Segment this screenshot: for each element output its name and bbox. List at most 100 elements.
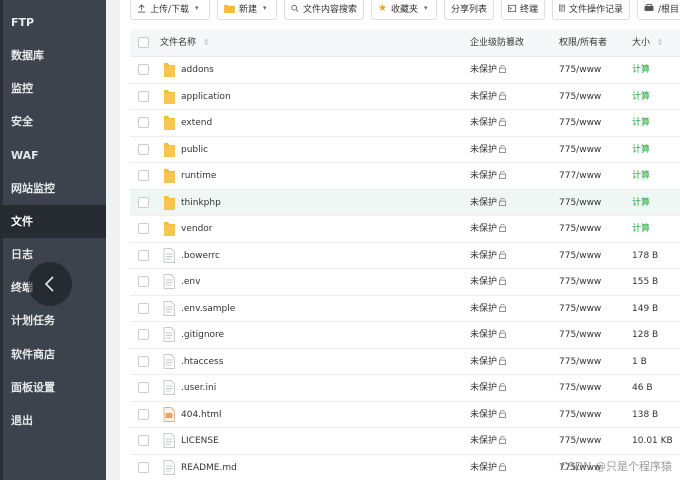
row-checkbox[interactable] [138,117,149,128]
row-checkbox[interactable] [138,64,149,75]
path-root-button[interactable]: /根目 [637,0,680,20]
sidebar-collapse-button[interactable] [28,262,72,306]
sidebar-item-cron[interactable]: 计划任务 [0,304,106,337]
permission-owner[interactable]: 775/www [559,428,601,454]
permission-owner[interactable]: 775/www [559,296,601,322]
row-checkbox[interactable] [138,276,149,287]
calculate-size-link[interactable]: 计算 [632,84,650,110]
file-name[interactable]: .gitignore [181,322,224,348]
new-button[interactable]: 新建 ▾ [217,0,277,20]
file-name[interactable]: thinkphp [181,190,221,216]
permission-owner[interactable]: 775/www [559,110,601,136]
sidebar-item-ftp[interactable]: FTP [0,6,106,39]
sidebar-item-files[interactable]: 文件 [0,205,106,238]
row-checkbox[interactable] [138,461,149,473]
row-checkbox[interactable] [138,249,149,261]
file-name[interactable]: LICENSE [181,428,219,454]
permission-owner[interactable]: 775/www [559,137,601,163]
file-name[interactable]: 404.html [181,402,222,428]
calculate-size-link[interactable]: 计算 [632,163,650,189]
permission-owner[interactable]: 775/www [559,84,601,110]
file-name[interactable]: vendor [181,216,213,242]
protect-status[interactable]: 未保护 [470,428,507,455]
sidebar-item-panel-settings[interactable]: 面板设置 [0,371,106,404]
protect-status[interactable]: 未保护 [470,296,507,323]
permission-owner[interactable]: 775/www [559,322,601,348]
sidebar-item-security[interactable]: 安全 [0,105,106,138]
table-row[interactable]: .bowerrc 未保护 775/www 178 B [130,243,680,270]
file-name[interactable]: extend [181,110,212,136]
calculate-size-link[interactable]: 计算 [632,137,650,163]
permission-owner[interactable]: 775/www [559,349,601,375]
protect-status[interactable]: 未保护 [470,349,507,376]
header-size[interactable]: 大小 ⇕ [632,29,664,57]
calculate-size-link[interactable]: 计算 [632,216,650,242]
protect-status[interactable]: 未保护 [470,110,507,137]
permission-owner[interactable]: 775/www [559,269,601,295]
row-checkbox[interactable] [138,90,149,102]
file-name[interactable]: public [181,137,208,163]
table-row[interactable]: .user.ini 未保护 775/www 46 B [130,375,680,402]
row-checkbox[interactable] [138,355,149,367]
protect-status[interactable]: 未保护 [470,84,507,111]
terminal-button[interactable]: 终端 [501,0,545,20]
protect-status[interactable]: 未保护 [470,455,507,480]
table-row[interactable]: extend 未保护 775/www 计算 [130,110,680,137]
protect-status[interactable]: 未保护 [470,190,507,217]
table-row[interactable]: addons 未保护 775/www 计算 [130,57,680,84]
protect-status[interactable]: 未保护 [470,269,507,296]
table-row[interactable]: thinkphp 未保护 775/www 计算 [130,189,680,217]
file-name[interactable]: .env [181,269,200,295]
permission-owner[interactable]: 775/www [559,402,601,428]
sidebar-item-app-store[interactable]: 软件商店 [0,338,106,371]
table-row[interactable]: .env 未保护 775/www 155 B [130,269,680,296]
protect-status[interactable]: 未保护 [470,163,507,190]
row-checkbox[interactable] [138,329,149,340]
search-content-button[interactable]: 文件内容搜索 [284,0,364,20]
table-row[interactable]: runtime 未保护 777/www 计算 [130,163,680,190]
row-checkbox[interactable] [138,196,149,208]
row-checkbox[interactable] [138,435,149,446]
protect-status[interactable]: 未保护 [470,57,507,84]
protect-status[interactable]: 未保护 [470,243,507,270]
sidebar-item-logout[interactable]: 退出 [0,404,106,437]
table-row[interactable]: .env.sample 未保护 775/www 149 B [130,296,680,323]
share-list-button[interactable]: 分享列表 [444,0,494,20]
file-name[interactable]: runtime [181,163,216,189]
table-row[interactable]: vendor 未保护 775/www 计算 [130,216,680,243]
table-row[interactable]: application 未保护 775/www 计算 [130,84,680,111]
row-checkbox[interactable] [138,382,149,393]
protect-status[interactable]: 未保护 [470,216,507,243]
row-checkbox[interactable] [138,223,149,234]
protect-status[interactable]: 未保护 [470,375,507,402]
select-all-checkbox[interactable] [138,37,149,48]
permission-owner[interactable]: 775/www [559,243,601,269]
file-name[interactable]: README.md [181,455,237,480]
permission-owner[interactable]: 775/www [559,216,601,242]
file-name[interactable]: addons [181,57,214,83]
table-row[interactable]: .htaccess 未保护 775/www 1 B [130,349,680,376]
calculate-size-link[interactable]: 计算 [632,57,650,83]
file-name[interactable]: .bowerrc [181,243,220,269]
protect-status[interactable]: 未保护 [470,137,507,164]
file-name[interactable]: application [181,84,231,110]
permission-owner[interactable]: 775/www [559,375,601,401]
favorites-button[interactable]: ★ 收藏夹 ▾ [371,0,437,20]
protect-status[interactable]: 未保护 [470,402,507,429]
calculate-size-link[interactable]: 计算 [632,190,650,216]
sidebar-item-database[interactable]: 数据库 [0,39,106,72]
protect-status[interactable]: 未保护 [470,322,507,349]
header-name[interactable]: 文件名称 ⇕ [160,29,210,57]
row-checkbox[interactable] [138,170,149,181]
table-row[interactable]: .gitignore 未保护 775/www 128 B [130,322,680,349]
row-checkbox[interactable] [138,143,149,155]
calculate-size-link[interactable]: 计算 [632,110,650,136]
file-name[interactable]: .user.ini [181,375,216,401]
file-name[interactable]: .htaccess [181,349,223,375]
table-row[interactable]: LICENSE 未保护 775/www 10.01 KB [130,428,680,455]
upload-download-button[interactable]: 上传/下载 ▾ [130,0,210,20]
table-row[interactable]: public 未保护 775/www 计算 [130,137,680,164]
table-row[interactable]: 404.html 未保护 775/www 138 B [130,402,680,429]
permission-owner[interactable]: 775/www [559,190,601,216]
file-name[interactable]: .env.sample [181,296,235,322]
